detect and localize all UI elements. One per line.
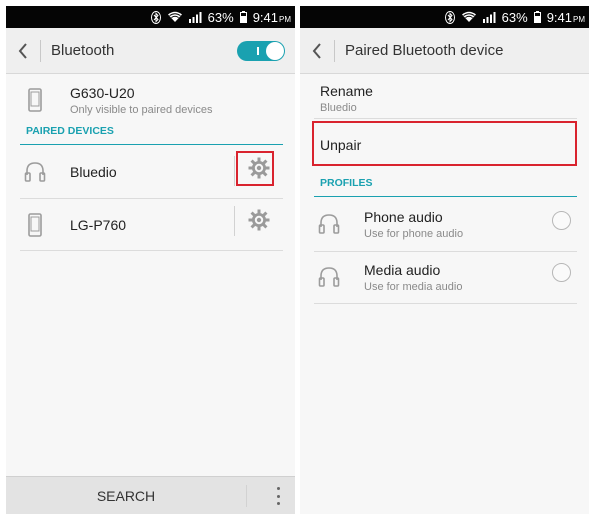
divider [20, 250, 283, 251]
status-bar: 63% 9:41PM [6, 6, 295, 28]
paired-devices-header: PAIRED DEVICES [20, 125, 283, 145]
clock-ampm: PM [279, 14, 291, 24]
battery-icon [533, 11, 541, 23]
profile-label: Media audio [364, 261, 441, 278]
row-separator [234, 156, 235, 186]
bluetooth-settings-screen: 63% 9:41PM Bluetooth G630-U20 Only visib… [6, 6, 295, 514]
page-title: Paired Bluetooth device [345, 42, 504, 59]
media-audio-radio[interactable] [552, 263, 571, 282]
bottom-separator [246, 485, 247, 507]
clock-time: 9:41 [546, 9, 572, 25]
wifi-icon [461, 11, 477, 23]
divider [314, 118, 577, 119]
paired-device-screen: 63% 9:41PM Paired Bluetooth device Renam… [300, 6, 589, 514]
bluetooth-icon [150, 10, 161, 24]
back-arrow-icon[interactable] [6, 28, 40, 74]
battery-percent: 63% [207, 9, 234, 25]
signal-icon [482, 11, 496, 23]
phone-audio-radio[interactable] [552, 211, 571, 230]
rename-value: Bluedio [320, 101, 357, 114]
headphones-icon [314, 213, 344, 235]
device-name: Bluedio [70, 164, 117, 180]
bluetooth-toggle[interactable] [237, 41, 285, 61]
toggle-on-mark [257, 47, 259, 55]
clock-ampm: PM [573, 14, 585, 24]
app-bar: Paired Bluetooth device [300, 28, 589, 74]
back-arrow-icon[interactable] [300, 28, 334, 74]
title-divider [334, 39, 335, 62]
app-bar: Bluetooth [6, 28, 295, 74]
highlight-box [236, 151, 274, 186]
clock-time: 9:41 [252, 9, 278, 25]
divider [20, 198, 283, 199]
this-device-visibility: Only visible to paired devices [70, 103, 213, 116]
title-divider [40, 39, 41, 62]
profile-description: Use for media audio [364, 280, 463, 293]
profile-description: Use for phone audio [364, 227, 464, 240]
search-button[interactable]: SEARCH [6, 477, 246, 514]
bluetooth-icon [444, 10, 455, 24]
clock: 9:41PM [547, 10, 585, 25]
profile-phone-audio[interactable]: Phone audio Use for phone audio [314, 199, 577, 249]
battery-icon [239, 11, 247, 23]
headphones-icon [20, 161, 50, 183]
rename-row[interactable]: Rename Bluedio [320, 76, 577, 120]
phone-icon [20, 88, 50, 112]
signal-icon [188, 11, 202, 23]
clock: 9:41PM [253, 10, 291, 25]
row-separator [234, 206, 235, 236]
this-device-name: G630-U20 [70, 84, 135, 101]
more-vertical-icon[interactable] [273, 487, 283, 505]
device-name: LG-P760 [70, 217, 127, 233]
this-device-row[interactable]: G630-U20 Only visible to paired devices [20, 78, 283, 122]
headphones-icon [314, 266, 344, 288]
bottom-bar: SEARCH [6, 476, 295, 514]
phone-icon [20, 213, 50, 237]
status-bar: 63% 9:41PM [300, 6, 589, 28]
highlight-box [312, 121, 577, 166]
profile-label: Phone audio [364, 208, 443, 225]
toggle-knob [266, 42, 284, 60]
battery-percent: 63% [501, 9, 528, 25]
gear-icon[interactable] [242, 204, 276, 236]
wifi-icon [167, 11, 183, 23]
rename-label: Rename [320, 82, 373, 99]
divider [314, 303, 577, 304]
profiles-header: PROFILES [314, 177, 577, 197]
profile-media-audio[interactable]: Media audio Use for media audio [314, 252, 577, 302]
